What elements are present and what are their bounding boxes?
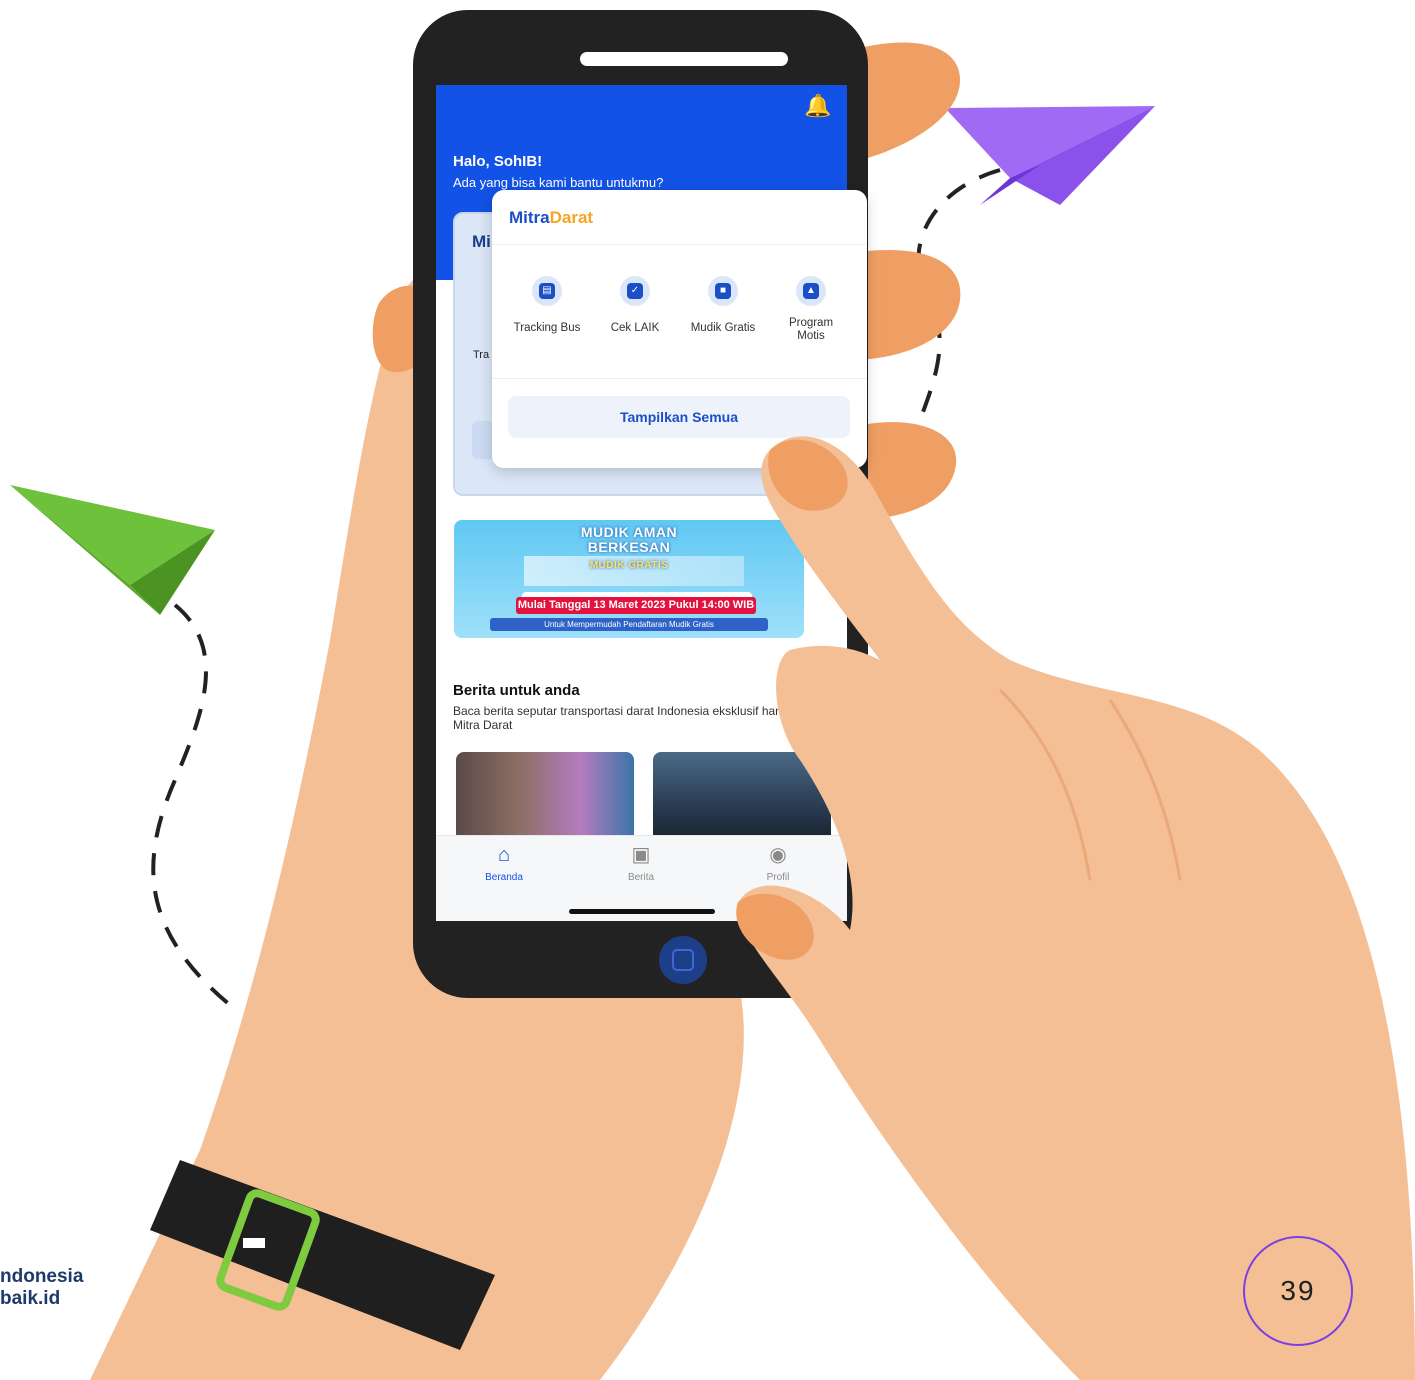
right-hand-illustration [736, 436, 1415, 1380]
brand-logo-text: ndonesia baik.id [0, 1266, 83, 1310]
brand-line-2: baik.id [0, 1288, 61, 1309]
brand-line-1: ndonesia [0, 1266, 84, 1287]
page-number-badge: 39 [1243, 1236, 1353, 1346]
